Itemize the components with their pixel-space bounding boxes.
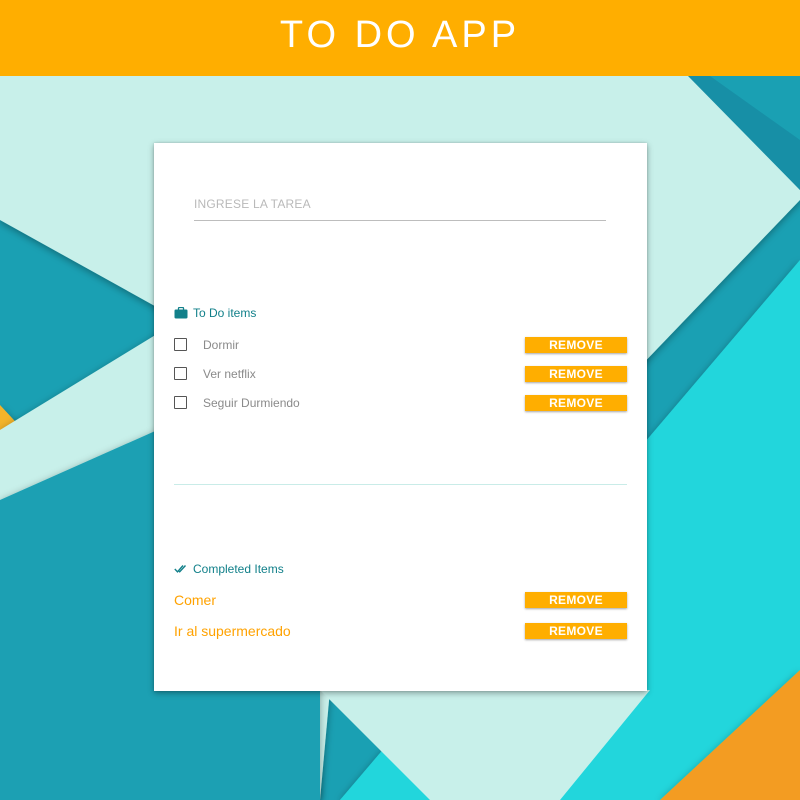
todo-item-label: Ver netflix	[203, 366, 256, 381]
remove-button[interactable]: REMOVE	[525, 394, 627, 411]
todo-item-label: Seguir Durmiendo	[203, 395, 300, 410]
section-divider	[174, 484, 627, 485]
todo-item: Seguir Durmiendo REMOVE	[174, 388, 627, 417]
task-input-wrapper	[194, 195, 606, 221]
remove-button[interactable]: REMOVE	[525, 591, 627, 608]
todo-checkbox[interactable]	[174, 338, 187, 351]
completed-heading: Completed Items	[174, 562, 284, 576]
todo-heading-label: To Do items	[193, 306, 257, 320]
todo-list: Dormir REMOVE Ver netflix REMOVE Seguir …	[174, 330, 627, 417]
remove-button[interactable]: REMOVE	[525, 622, 627, 639]
completed-item-label: Ir al supermercado	[174, 622, 291, 639]
completed-item-label: Comer	[174, 591, 217, 608]
todo-item: Dormir REMOVE	[174, 330, 627, 359]
todo-checkbox[interactable]	[174, 396, 187, 409]
todo-item: Ver netflix REMOVE	[174, 359, 627, 388]
remove-button[interactable]: REMOVE	[525, 365, 627, 382]
app-header: TO DO APP	[0, 0, 800, 76]
todo-card: To Do items Dormir REMOVE Ver netflix RE…	[154, 143, 647, 691]
app-title: TO DO APP	[279, 13, 521, 56]
completed-heading-label: Completed Items	[193, 562, 284, 576]
completed-list: Comer REMOVE Ir al supermercado REMOVE	[174, 584, 627, 646]
remove-button[interactable]: REMOVE	[525, 336, 627, 353]
completed-item: Ir al supermercado REMOVE	[174, 615, 627, 646]
task-input[interactable]	[194, 197, 606, 221]
briefcase-icon	[174, 306, 188, 319]
completed-item: Comer REMOVE	[174, 584, 627, 615]
todo-item-label: Dormir	[203, 337, 239, 352]
todo-checkbox[interactable]	[174, 367, 187, 380]
double-check-icon	[174, 563, 188, 575]
todo-heading: To Do items	[174, 306, 256, 320]
